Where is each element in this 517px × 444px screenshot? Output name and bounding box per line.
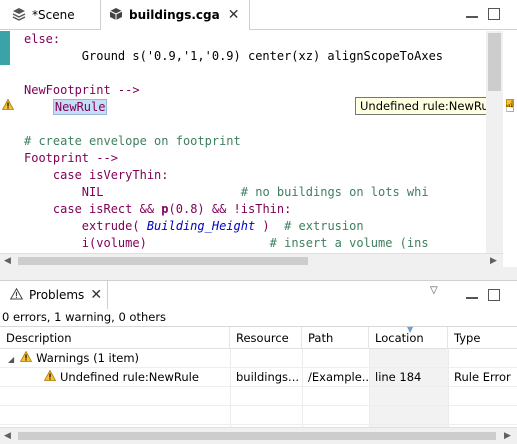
maximize-button[interactable] [488,289,500,301]
code-comment: # no buildings on lots whi [240,185,429,199]
table-row[interactable]: Undefined rule:NewRule buildings.... /Ex… [0,368,517,387]
code-token: Ground s('0.9,'1,'0.9) center(xz) alignS… [24,49,444,63]
warning-tooltip: Undefined rule:NewRule [355,97,504,115]
view-menu-icon[interactable]: ▽ [430,285,438,296]
tab-label: *Scene [32,8,75,22]
description-text: Undefined rule:NewRule [60,370,199,384]
scrollbar-thumb[interactable] [18,432,496,440]
minimize-button[interactable] [466,291,478,299]
code-token: extrude( [81,219,147,233]
hand-pointer-icon: ☝ [505,97,515,116]
warning-icon [9,287,24,303]
problems-summary: 0 errors, 1 warning, 0 others [0,309,517,327]
code-token: p [161,202,169,216]
type-cell: Rule Error [454,370,511,384]
table-header: Description Resource Path Location Type … [0,325,517,349]
cga-file-icon [109,7,123,24]
maximize-button[interactable] [488,8,500,20]
column-header-resource[interactable]: Resource [230,327,302,349]
column-header-description[interactable]: Description [0,327,230,349]
code-attribute: Building_Height [146,219,256,233]
tab-problems[interactable]: Problems ✕ [4,281,108,309]
code-line: Footprint --> [24,150,486,167]
code-token: i(volume) [81,236,270,250]
code-line: # create envelope on footprint [24,133,486,150]
code-line: NIL # no buildings on lots whi [24,184,486,201]
code-comment: # extrusion [284,219,364,233]
code-line: case isRect && p(0.8) && !isThin: [24,201,486,218]
code-token: else: [24,32,61,46]
minimize-button[interactable] [466,10,478,18]
empty-row [0,406,517,425]
code-token: NIL [81,185,104,199]
change-marker [0,31,10,65]
path-cell: /Example... [308,370,368,384]
warning-icon [44,368,57,387]
editor-tab-bar: *Scene buildings.cga ✕ [0,0,517,30]
vertical-scrollbar[interactable] [486,31,503,253]
scrollbar-thumb[interactable] [488,33,501,91]
tab-label: buildings.cga [129,8,220,22]
code-token: (0.8) && !isThin: [168,202,292,216]
collapse-triangle-icon[interactable]: ◢ [8,355,14,364]
code-text[interactable]: else: Ground s('0.9,'1,'0.9) center(xz) … [24,31,486,253]
column-header-path[interactable]: Path [302,327,369,349]
resource-cell: buildings.... [236,370,300,384]
view-separator [0,267,517,281]
layers-icon [12,7,26,24]
code-comment: # insert a volume (ins [269,236,429,250]
code-line: Ground s('0.9,'1,'0.9) center(xz) alignS… [24,48,486,65]
empty-row [0,387,517,406]
code-token: Footprint --> [24,151,118,165]
horizontal-scrollbar[interactable]: ◀ ▶ [0,253,503,267]
group-row-warnings[interactable]: ◢ Warnings (1 item) [0,349,517,368]
code-line: else: [24,31,486,48]
code-line: extrude( Building_Height ) # extrusion [24,218,486,235]
overview-ruler [503,31,517,253]
warning-icon [19,349,33,368]
description-cell: Undefined rule:NewRule [44,368,228,387]
scroll-right-icon[interactable]: ▶ [490,254,497,268]
code-token: isVeryThin: [81,168,169,182]
code-token: NewFootprint --> [24,83,140,97]
sort-indicator-icon: ▼ [407,325,414,334]
tab-buildings-cga[interactable]: buildings.cga ✕ [100,0,250,30]
selected-rule-name[interactable]: NewRule [52,99,108,115]
annotation-ruler [0,31,17,253]
problems-tab-bar: Problems ✕ ▽ [0,281,517,309]
code-token: isRect && [81,202,162,216]
scrollbar-thumb[interactable] [18,257,308,265]
code-token: ) [255,219,285,233]
close-icon[interactable]: ✕ [90,287,102,303]
scroll-left-icon[interactable]: ◀ [4,254,11,268]
code-keyword: case [52,168,82,182]
column-header-type[interactable]: Type [448,327,517,349]
close-icon[interactable]: ✕ [228,7,240,23]
code-line: i(volume) # insert a volume (ins [24,235,486,252]
code-line: case isVeryThin: [24,167,486,184]
code-keyword: case [52,202,82,216]
location-cell: line 184 [375,370,422,384]
problems-table[interactable]: Description Resource Path Location Type … [0,325,517,427]
tab-label: Problems [29,288,85,302]
warning-icon[interactable] [1,98,15,113]
group-cell: ◢ Warnings (1 item) [8,349,139,368]
tab-scene[interactable]: *Scene [4,0,96,30]
code-editor[interactable]: else: Ground s('0.9,'1,'0.9) center(xz) … [0,31,517,267]
code-comment: # create envelope on footprint [24,134,241,148]
scroll-right-icon[interactable]: ▶ [504,428,511,444]
scroll-left-icon[interactable]: ◀ [4,428,11,444]
horizontal-scrollbar[interactable]: ◀ ▶ [0,427,517,444]
group-label: Warnings (1 item) [36,351,140,365]
